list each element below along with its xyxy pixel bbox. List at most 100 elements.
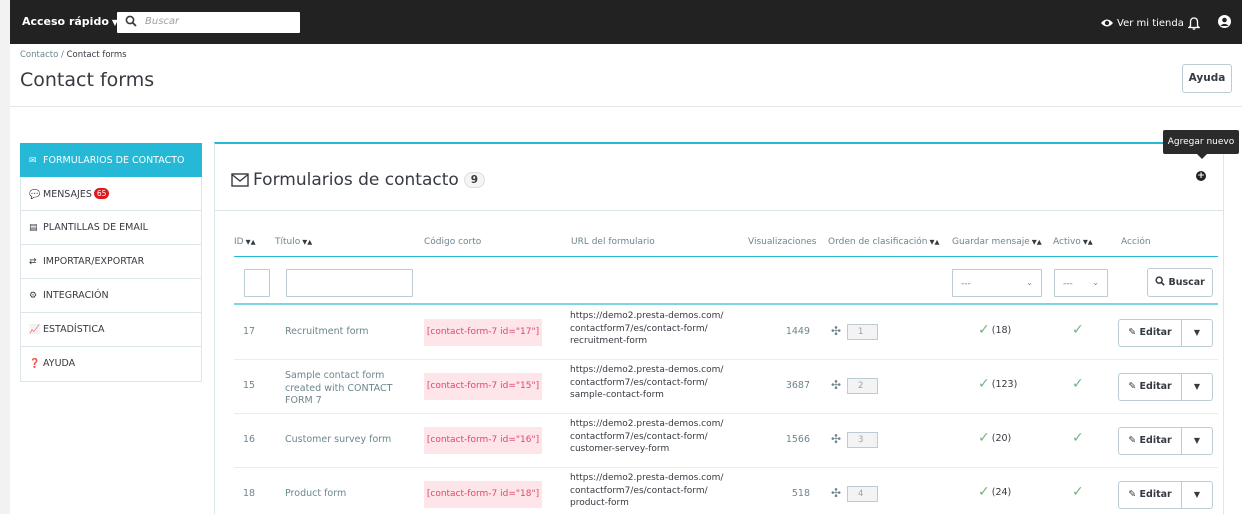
quick-access-menu[interactable]: Acceso rápido ▼ (22, 15, 118, 28)
column-header-order[interactable]: Orden de clasificación ▼▲ (828, 237, 940, 247)
breadcrumb-parent[interactable]: Contacto (20, 50, 58, 60)
column-header-url: URL del formulario (571, 237, 655, 247)
sidebar-item-email-templates[interactable]: ▤ PLANTILLAS DE EMAIL (20, 211, 202, 245)
column-header-id[interactable]: ID ▼▲ (234, 237, 256, 247)
pencil-icon: ✎ (1128, 381, 1137, 392)
drag-handle-icon[interactable]: ✣ (831, 486, 841, 500)
messages-count-badge: 65 (93, 188, 110, 199)
row-save-message[interactable]: ✓ (20) (978, 430, 1011, 446)
file-icon: ▤ (29, 223, 38, 233)
filter-save-message-select[interactable]: --- ⌄ (952, 269, 1042, 297)
caret-down-icon: ▼ (1193, 328, 1201, 337)
sidebar-item-label: ESTADÍSTICA (43, 324, 105, 335)
check-icon: ✓ (978, 430, 990, 446)
edit-label: Editar (1139, 489, 1172, 500)
forms-count-badge: 9 (463, 172, 486, 188)
panel-heading: Formularios de contacto 9 (215, 144, 1223, 211)
filter-title-input[interactable] (286, 269, 413, 297)
saved-count: (18) (991, 325, 1012, 336)
add-new-button[interactable]: + (1196, 171, 1206, 181)
header-divider (10, 106, 1242, 107)
sort-icon[interactable]: ▼▲ (246, 238, 256, 246)
header-label: Orden de clasificación (828, 237, 928, 247)
sidebar-item-statistics[interactable]: 📈 ESTADÍSTICA (20, 313, 202, 347)
top-bar: Acceso rápido ▼ Buscar Ver mi tienda (10, 0, 1242, 44)
sidebar-item-help[interactable]: ❓ AYUDA (20, 347, 202, 382)
saved-count: (20) (991, 433, 1012, 444)
caret-down-icon: ▼ (1193, 382, 1201, 391)
sidebar-item-integration[interactable]: ⚙ INTEGRACIÓN (20, 279, 202, 313)
header-label: Título (275, 237, 301, 247)
line-chart-icon: 📈 (29, 325, 41, 335)
sidebar-item-contact-forms[interactable]: ✉ FORMULARIOS DE CONTACTO (20, 143, 202, 177)
header-label: ID (234, 237, 244, 247)
user-icon[interactable] (1217, 14, 1232, 29)
comments-icon: 💬 (29, 190, 41, 200)
column-header-shortcode: Código corto (424, 237, 482, 247)
actions-dropdown-toggle[interactable]: ▼ (1182, 428, 1212, 454)
edit-button[interactable]: ✎ Editar (1119, 482, 1182, 508)
edit-button[interactable]: ✎ Editar (1119, 428, 1182, 454)
bell-icon[interactable] (1188, 16, 1200, 30)
filter-active-select[interactable]: --- ⌄ (1054, 269, 1108, 297)
row-save-message[interactable]: ✓ (18) (978, 322, 1011, 338)
edit-button-group: ✎ Editar ▼ (1118, 373, 1213, 401)
help-button[interactable]: Ayuda (1182, 64, 1232, 93)
actions-dropdown-toggle[interactable]: ▼ (1182, 482, 1212, 508)
search-icon (125, 15, 137, 27)
filter-id-input[interactable] (244, 269, 270, 297)
row-views: 518 (791, 488, 810, 499)
sort-icon[interactable]: ▼▲ (1032, 238, 1042, 246)
caret-down-icon: ▼ (1193, 436, 1201, 445)
sidebar: ✉ FORMULARIOS DE CONTACTO 💬 MENSAJES 65 ▤ PL… (20, 143, 202, 382)
cogs-icon: ⚙ (29, 291, 38, 301)
envelope-icon: ✉ (29, 156, 37, 166)
panel-title: Formularios de contacto 9 (231, 170, 486, 190)
breadcrumb-separator: / (60, 50, 64, 60)
edit-button-group: ✎ Editar ▼ (1118, 427, 1213, 455)
sidebar-item-import-export[interactable]: ⇄ IMPORTAR/EXPORTAR (20, 245, 202, 279)
sidebar-item-label: AYUDA (43, 358, 76, 369)
column-header-action: Acción (1121, 237, 1151, 247)
sort-icon[interactable]: ▼▲ (930, 238, 940, 246)
breadcrumb-current: Contact forms (66, 50, 127, 60)
check-icon: ✓ (978, 376, 990, 392)
active-check-icon[interactable]: ✓ (1072, 322, 1084, 338)
edit-button-group: ✎ Editar ▼ (1118, 319, 1213, 347)
actions-dropdown-toggle[interactable]: ▼ (1182, 320, 1212, 346)
active-check-icon[interactable]: ✓ (1072, 430, 1084, 446)
edit-button-group: ✎ Editar ▼ (1118, 481, 1213, 509)
breadcrumb: Contacto / Contact forms (20, 50, 127, 60)
row-position: 3 (847, 432, 878, 448)
column-header-save-message[interactable]: Guardar mensaje ▼▲ (952, 237, 1042, 247)
saved-count: (123) (991, 379, 1018, 390)
drag-handle-icon[interactable]: ✣ (831, 378, 841, 392)
edit-button[interactable]: ✎ Editar (1119, 374, 1182, 400)
drag-handle-icon[interactable]: ✣ (831, 432, 841, 446)
column-header-active[interactable]: Activo ▼▲ (1053, 237, 1093, 247)
sidebar-item-messages[interactable]: 💬 MENSAJES 65 (20, 177, 202, 211)
sort-icon[interactable]: ▼▲ (1083, 238, 1093, 246)
sidebar-item-label: INTEGRACIÓN (43, 290, 109, 301)
plus-icon: + (1197, 171, 1205, 181)
search-box[interactable]: Buscar (117, 12, 300, 33)
column-header-title[interactable]: Título ▼▲ (275, 237, 312, 247)
question-circle-icon: ❓ (29, 359, 41, 369)
sort-icon[interactable]: ▼▲ (302, 238, 312, 246)
search-icon (1155, 276, 1165, 286)
table-row: 15 Sample contact form created with CONT… (234, 360, 1218, 414)
drag-handle-icon[interactable]: ✣ (831, 324, 841, 338)
active-check-icon[interactable]: ✓ (1072, 484, 1084, 500)
edit-button[interactable]: ✎ Editar (1119, 320, 1182, 346)
filter-search-button[interactable]: Buscar (1147, 268, 1213, 297)
row-save-message[interactable]: ✓ (123) (978, 376, 1017, 392)
actions-dropdown-toggle[interactable]: ▼ (1182, 374, 1212, 400)
add-new-tooltip: Agregar nuevo (1163, 130, 1239, 159)
check-icon: ✓ (978, 322, 990, 338)
active-check-icon[interactable]: ✓ (1072, 376, 1084, 392)
search-input[interactable]: Buscar (145, 16, 179, 27)
sidebar-item-label: IMPORTAR/EXPORTAR (43, 256, 145, 267)
row-save-message[interactable]: ✓ (24) (978, 484, 1011, 500)
chevron-down-icon: ⌄ (1026, 278, 1033, 287)
pencil-icon: ✎ (1128, 435, 1137, 446)
